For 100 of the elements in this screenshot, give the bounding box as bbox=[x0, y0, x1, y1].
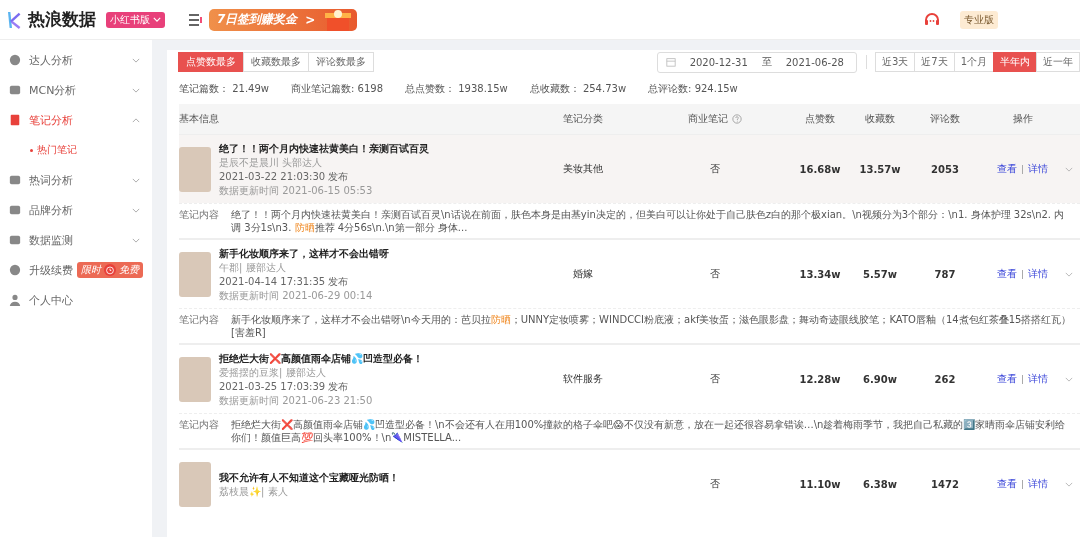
photo-placeholder bbox=[179, 251, 211, 297]
stat-text: 总点赞数： 1938.15w bbox=[405, 82, 508, 96]
column-header: 基本信息 bbox=[179, 112, 219, 126]
photo-placeholder bbox=[179, 461, 211, 507]
sidebar-item[interactable]: 升级续费 限时 免费 bbox=[0, 255, 152, 285]
table-cell-text: 软件服务 bbox=[561, 372, 604, 386]
range-tab[interactable]: 半年内 bbox=[993, 52, 1037, 72]
sidebar-subitem[interactable]: 热门笔记 bbox=[0, 135, 152, 165]
menu-item-icon bbox=[9, 294, 21, 306]
help-icon[interactable] bbox=[732, 114, 742, 124]
table-cell-text: 6.90w bbox=[862, 373, 898, 385]
update-time: 数据更新时间 2021-06-23 21:50 bbox=[219, 393, 374, 407]
author-text: 荔枝晨✨| 素人 bbox=[219, 484, 289, 498]
range-tab[interactable]: 近7天 bbox=[914, 52, 955, 72]
table-cell-text: 262 bbox=[933, 373, 957, 385]
table-cell-text: 2053 bbox=[930, 163, 960, 175]
view-link[interactable]: 查看 bbox=[997, 477, 1017, 491]
column-header: 收藏数 bbox=[865, 112, 895, 126]
menu-item-icon bbox=[9, 204, 21, 216]
table-cell-text: 5.57w bbox=[862, 268, 898, 280]
note-content-text: 绝了！！两个月内快速祛黄美白！亲测百试百灵\n话说在前面，肤色本身是由基yin决定的，但美白可以让你处于自己肤色z白的那个极xian。\n视频分为3个部分：\n1. 身体护理 32s\n2. 内调 3分1s\n3. 防晒推荐 4分56s\n.\n第一部分 身体... bbox=[231, 208, 1066, 234]
note-title[interactable]: 我不允许有人不知道这个宝藏哑光防晒！ bbox=[219, 470, 399, 484]
note-content-text: 拒绝烂大街❌高颜值雨伞店铺💦凹造型必备！\n不会还有人在用100%撞款的格子伞吧😱不仅没有新意，放在一起还很容易拿错诶…\n趁着梅雨季节，我把自己私藏的3⃣家晴雨伞店铺安利给你们！颜值巨高💯回头率100%！\n🌂MISTELLA... bbox=[231, 418, 1067, 444]
table-cell-text: 13.57w bbox=[858, 163, 902, 175]
sidebar-item[interactable]: 笔记分析 bbox=[0, 105, 152, 135]
note-content-text: 新手化妆顺序来了，这样才不会出错呀\n今天用的：芭贝拉防晒；UNNY定妆喷雾；WINDCCI粉底液；akf美妆蛋；滋色眼影盘；舞动奇迹眼线胶笔；KATO唇釉（14煮包红茶叠15搭搭红瓦）[害羞R] bbox=[231, 313, 1072, 339]
sidebar-item[interactable]: MCN分析 bbox=[0, 75, 152, 105]
edition-dropdown[interactable]: 小红书版 bbox=[106, 11, 165, 28]
content-label: 笔记内容 bbox=[179, 418, 219, 431]
chevron-icon[interactable] bbox=[1065, 166, 1073, 172]
chevron-icon[interactable] bbox=[1065, 271, 1073, 277]
chevron-icon[interactable] bbox=[1065, 376, 1073, 382]
table-cell-text: 美妆其他 bbox=[561, 162, 604, 176]
table-cell-text: 婚嫁 bbox=[571, 267, 594, 281]
stat-text: 总收藏数： 254.73w bbox=[529, 82, 627, 96]
range-tab[interactable]: 近一年 bbox=[1036, 52, 1080, 72]
stat-text: 商业笔记篇数: 6198 bbox=[291, 82, 383, 96]
range-tab[interactable]: 近3天 bbox=[874, 52, 916, 72]
table-cell-text: 11.10w bbox=[798, 478, 842, 490]
sidebar-item[interactable]: 数据监测 bbox=[0, 225, 152, 255]
view-link[interactable]: 查看 bbox=[997, 162, 1017, 176]
view-link[interactable]: 查看 bbox=[997, 372, 1017, 386]
table-row[interactable]: 新手化妆顺序来了，这样才不会出错呀 午郡| 腰部达人 2021-04-14 17:31:35 发布 数据更新时间 2021-06-29 00:14 婚嫁 否 13.34w 5.57w 787 查看 详情 bbox=[179, 239, 1080, 308]
menu-item-icon bbox=[9, 234, 21, 246]
column-header: 操作 bbox=[1012, 112, 1033, 126]
table-cell-text: 6.38w bbox=[862, 478, 898, 490]
table-cell-text: 1472 bbox=[930, 478, 960, 490]
content-label: 笔记内容 bbox=[179, 313, 219, 326]
update-time: 数据更新时间 2021-06-15 05:53 bbox=[219, 183, 374, 197]
stat-text: 笔记篇数： 21.49w bbox=[179, 82, 269, 96]
menu-item-icon bbox=[9, 264, 21, 276]
update-time: 数据更新时间 2021-06-29 00:14 bbox=[219, 288, 374, 302]
detail-link[interactable]: 详情 bbox=[1028, 267, 1048, 281]
table-cell-text: 787 bbox=[933, 268, 957, 280]
view-link[interactable]: 查看 bbox=[997, 267, 1017, 281]
publish-time: 2021-04-14 17:31:35 发布 bbox=[219, 274, 350, 288]
stat-text: 总评论数: 924.15w bbox=[648, 82, 738, 96]
sort-tab[interactable]: 收藏数最多 bbox=[243, 52, 309, 72]
note-title[interactable]: 拒绝烂大街❌高颜值雨伞店铺💦凹造型必备！ bbox=[219, 351, 423, 365]
headset-icon[interactable] bbox=[924, 11, 940, 28]
table-row[interactable]: 拒绝烂大街❌高颜值雨伞店铺💦凹造型必备！ 爱摇摆的豆浆| 腰部达人 2021-03-25 17:03:39 发布 数据更新时间 2021-06-23 21:50 软件服务 否 12.28w 6.90w 262 查看 详情 bbox=[179, 344, 1080, 413]
sidebar-item[interactable]: 达人分析 bbox=[0, 45, 152, 75]
brand-name: 热浪数据 bbox=[28, 8, 96, 31]
menu-item-icon bbox=[9, 114, 21, 126]
table-row[interactable]: 我不允许有人不知道这个宝藏哑光防晒！ 荔枝晨✨| 素人 否 11.10w 6.38w 1472 查看 详情 bbox=[179, 449, 1080, 518]
limited-free-badge: 限时 免费 bbox=[77, 262, 143, 278]
detail-link[interactable]: 详情 bbox=[1028, 372, 1048, 386]
chevron-icon[interactable] bbox=[1065, 481, 1073, 487]
author-text: 是辰不是晨川 头部达人 bbox=[219, 155, 324, 169]
calendar-icon bbox=[665, 57, 676, 67]
table-row[interactable]: 绝了！！两个月内快速祛黄美白！亲测百试百灵 是辰不是晨川 头部达人 2021-03-22 21:03:30 发布 数据更新时间 2021-06-15 05:53 美妆其他 否 16.68w 13.57w 2053 查看 详情 bbox=[179, 134, 1080, 203]
table-cell-text: 否 bbox=[709, 267, 721, 281]
author-text: 爱摇摆的豆浆| 腰部达人 bbox=[219, 365, 327, 379]
detail-link[interactable]: 详情 bbox=[1028, 477, 1048, 491]
range-tab[interactable]: 1个月 bbox=[953, 52, 994, 72]
author-text: 午郡| 腰部达人 bbox=[219, 260, 287, 274]
date-range-field[interactable]: 2020-12-31 至 2021-06-28 bbox=[656, 51, 857, 73]
photo-placeholder bbox=[179, 146, 211, 192]
publish-time: 2021-03-25 17:03:39 发布 bbox=[219, 379, 350, 393]
detail-link[interactable]: 详情 bbox=[1028, 162, 1048, 176]
plan-badge: 专业版 bbox=[960, 10, 998, 29]
sort-tab[interactable]: 评论数最多 bbox=[308, 52, 374, 72]
column-header: 商业笔记 bbox=[688, 112, 728, 126]
table-cell-text: 否 bbox=[709, 162, 721, 176]
sidebar-item[interactable]: 个人中心 bbox=[0, 285, 152, 315]
publish-time: 2021-03-22 21:03:30 发布 bbox=[219, 169, 350, 183]
note-title[interactable]: 绝了！！两个月内快速祛黄美白！亲测百试百灵 bbox=[219, 141, 429, 155]
sidebar-item[interactable]: 热词分析 bbox=[0, 165, 152, 195]
sidebar-item[interactable]: 品牌分析 bbox=[0, 195, 152, 225]
note-title[interactable]: 新手化妆顺序来了，这样才不会出错呀 bbox=[219, 246, 389, 260]
table-cell-text: 12.28w bbox=[798, 373, 842, 385]
menu-icon[interactable] bbox=[189, 13, 203, 26]
column-header: 评论数 bbox=[930, 112, 960, 126]
sort-tab[interactable]: 点赞数最多 bbox=[178, 52, 244, 72]
menu-item-icon bbox=[9, 84, 21, 96]
menu-item-icon bbox=[9, 174, 21, 186]
column-header: 笔记分类 bbox=[562, 112, 603, 126]
column-header: 点赞数 bbox=[805, 112, 835, 126]
table-cell-text: 16.68w bbox=[798, 163, 842, 175]
photo-placeholder bbox=[179, 356, 211, 402]
